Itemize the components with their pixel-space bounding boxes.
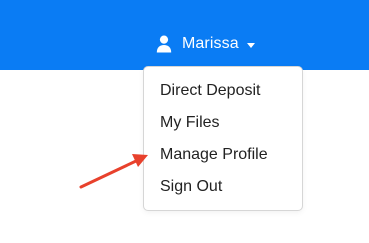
user-menu-toggle[interactable]: Marissa: [156, 32, 255, 56]
user-dropdown-menu: Direct Deposit My Files Manage Profile S…: [143, 66, 303, 211]
caret-down-icon: [246, 42, 255, 48]
menu-item-manage-profile[interactable]: Manage Profile: [144, 139, 302, 171]
user-icon: [156, 35, 172, 53]
menu-item-direct-deposit[interactable]: Direct Deposit: [144, 75, 302, 107]
user-name: Marissa: [182, 35, 239, 52]
top-navbar: Marissa: [0, 0, 369, 70]
menu-item-my-files[interactable]: My Files: [144, 107, 302, 139]
page: Marissa Direct Deposit My Files Manage P…: [0, 0, 369, 243]
menu-item-sign-out[interactable]: Sign Out: [144, 171, 302, 203]
